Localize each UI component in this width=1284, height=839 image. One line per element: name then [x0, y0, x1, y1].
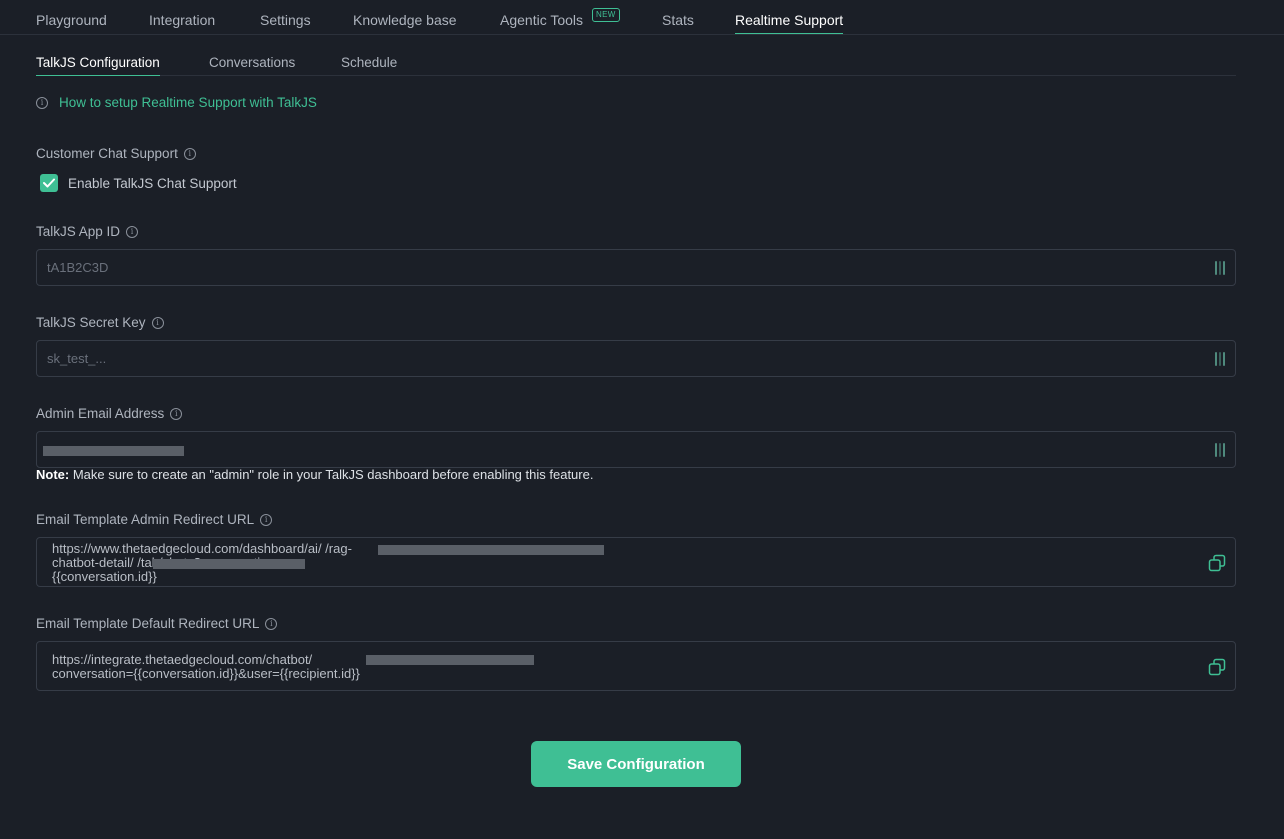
tab-playground[interactable]: Playground: [36, 12, 107, 34]
customer-chat-support-label: Customer Chat Support i: [36, 146, 196, 161]
check-icon: [43, 178, 55, 188]
save-configuration-button[interactable]: Save Configuration: [531, 741, 741, 787]
password-manager-icon[interactable]: [1215, 261, 1226, 275]
tab-schedule[interactable]: Schedule: [341, 55, 397, 76]
redacted-value: [43, 446, 184, 456]
enable-talkjs-checkbox[interactable]: [40, 174, 58, 192]
tab-talkjs-configuration[interactable]: TalkJS Configuration: [36, 55, 160, 76]
secret-key-field-wrapper: [36, 340, 1236, 377]
setup-help-link-text: How to setup Realtime Support with TalkJ…: [59, 95, 317, 110]
redacted-segment: [366, 655, 534, 665]
info-icon[interactable]: i: [126, 225, 139, 238]
default-redirect-label-text: Email Template Default Redirect URL: [36, 616, 260, 631]
tab-knowledge-base[interactable]: Knowledge base: [353, 12, 457, 34]
default-redirect-label: Email Template Default Redirect URL i: [36, 616, 278, 631]
redacted-segment: [153, 559, 305, 569]
tab-settings[interactable]: Settings: [260, 12, 311, 34]
app-id-label: TalkJS App ID i: [36, 224, 139, 239]
app-id-field-wrapper: [36, 249, 1236, 286]
customer-chat-support-text: Customer Chat Support: [36, 146, 178, 161]
admin-email-label: Admin Email Address i: [36, 406, 183, 421]
admin-redirect-label: Email Template Admin Redirect URL i: [36, 512, 273, 527]
copy-icon[interactable]: [1208, 554, 1226, 572]
password-manager-icon[interactable]: [1215, 443, 1226, 457]
admin-redirect-url-field[interactable]: https://www.thetaedgecloud.com/dashboard…: [36, 537, 1236, 587]
setup-help-link[interactable]: i How to setup Realtime Support with Tal…: [36, 95, 317, 110]
tab-agentic-tools[interactable]: Agentic Tools: [500, 12, 583, 34]
secret-key-label-text: TalkJS Secret Key: [36, 315, 146, 330]
info-icon[interactable]: i: [151, 316, 164, 329]
admin-email-label-text: Admin Email Address: [36, 406, 165, 421]
default-redirect-url-value: https://integrate.thetaedgecloud.com/cha…: [52, 652, 360, 681]
enable-talkjs-label: Enable TalkJS Chat Support: [68, 175, 237, 191]
default-redirect-url-field[interactable]: https://integrate.thetaedgecloud.com/cha…: [36, 641, 1236, 691]
new-badge: NEW: [592, 8, 620, 22]
sub-nav-tabs: TalkJS Configuration Conversations Sched…: [36, 53, 1236, 76]
redacted-segment: [378, 545, 604, 555]
app-id-input[interactable]: [47, 250, 1207, 285]
password-manager-icon[interactable]: [1215, 352, 1226, 366]
info-icon[interactable]: i: [265, 617, 278, 630]
tab-conversations[interactable]: Conversations: [209, 55, 295, 76]
secret-key-input[interactable]: [47, 341, 1207, 376]
tab-realtime-support[interactable]: Realtime Support: [735, 12, 844, 34]
info-icon[interactable]: i: [170, 407, 183, 420]
app-id-label-text: TalkJS App ID: [36, 224, 121, 239]
admin-email-input[interactable]: [47, 432, 1207, 467]
enable-talkjs-checkbox-row[interactable]: Enable TalkJS Chat Support: [40, 174, 237, 192]
admin-email-field-wrapper: [36, 431, 1236, 468]
admin-role-note: Note: Make sure to create an "admin" rol…: [36, 467, 593, 482]
info-icon[interactable]: i: [260, 513, 273, 526]
info-icon[interactable]: i: [183, 147, 196, 160]
info-icon: i: [36, 96, 48, 109]
secret-key-label: TalkJS Secret Key i: [36, 315, 164, 330]
top-nav-tabs: Playground Integration Settings Knowledg…: [0, 0, 1284, 35]
copy-icon[interactable]: [1208, 658, 1226, 676]
tab-stats[interactable]: Stats: [662, 12, 694, 34]
tab-integration[interactable]: Integration: [149, 12, 215, 34]
note-text: Make sure to create an "admin" role in y…: [69, 467, 594, 482]
admin-redirect-label-text: Email Template Admin Redirect URL: [36, 512, 255, 527]
note-prefix: Note:: [36, 467, 70, 482]
